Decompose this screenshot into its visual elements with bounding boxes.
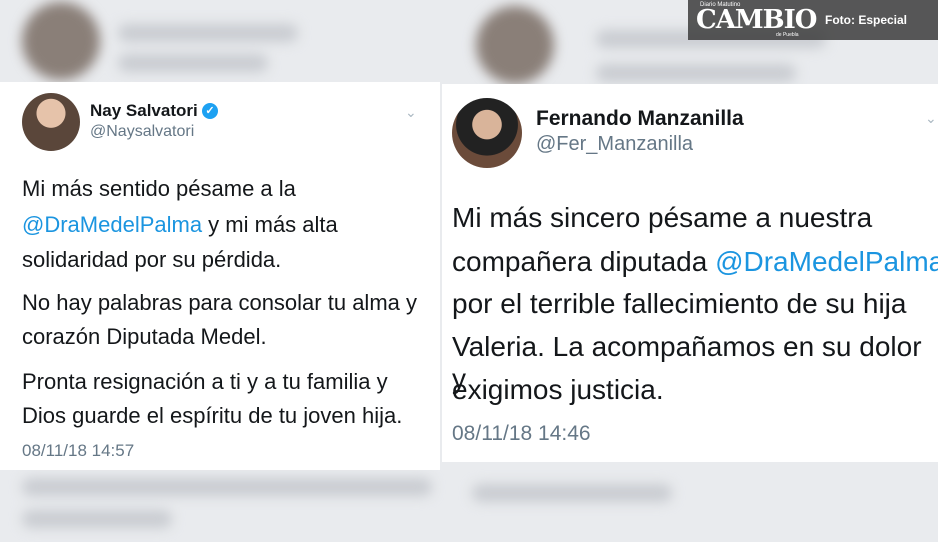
tweet-text-fragment: y mi más alta: [202, 212, 338, 237]
tweet-text-line: Mi más sentido pésame a la: [22, 176, 296, 201]
blurred-text: [118, 54, 268, 72]
verified-check-icon: ✓: [202, 103, 218, 119]
blurred-avatar: [476, 6, 554, 84]
blurred-text: [22, 478, 432, 496]
tweet-text-line: Dios guarde el espíritu de tu joven hija…: [22, 403, 403, 428]
tweet-timestamp[interactable]: 08/11/18 14:46: [452, 422, 591, 446]
avatar[interactable]: [452, 98, 522, 168]
tweet-text-line: exigimos justicia.: [452, 374, 664, 405]
tweet-timestamp[interactable]: 08/11/18 14:57: [22, 441, 134, 461]
blurred-text: [118, 24, 298, 42]
tweet-text-line: @DraMedelPalma y mi más alta: [22, 212, 338, 238]
photo-credit: Foto: Especial: [825, 13, 908, 27]
user-handle[interactable]: @Fer_Manzanilla: [536, 133, 693, 156]
tweet-text-line: No hay palabras para consolar tu alma y: [22, 290, 417, 315]
tweet-text-line: Pronta resignación a ti y a tu familia y: [22, 369, 388, 394]
avatar[interactable]: [22, 93, 80, 151]
user-name[interactable]: Fernando Manzanilla: [536, 107, 744, 131]
cambio-logo: CAMBIO: [696, 5, 817, 35]
tweet-text-line: Mi más sincero pésame a nuestra: [452, 202, 873, 233]
logo-subtitle: de Puebla: [776, 32, 799, 38]
blurred-text: [22, 510, 172, 528]
blurred-text: [472, 484, 672, 502]
tweet-text-line: solidaridad por su pérdida.: [22, 247, 282, 272]
user-name[interactable]: Nay Salvatori: [90, 101, 198, 121]
chevron-down-icon[interactable]: ⌄: [405, 104, 417, 121]
tweet-text-line: corazón Diputada Medel.: [22, 324, 267, 349]
blurred-text: [596, 64, 796, 82]
blurred-avatar: [22, 2, 100, 80]
mention-link[interactable]: @DraMedelPalma: [22, 212, 202, 237]
tweet-text-fragment: compañera diputada: [452, 246, 716, 277]
tweet-text-line: compañera diputada @DraMedelPalma: [452, 246, 938, 278]
chevron-down-icon[interactable]: ⌄: [925, 110, 937, 127]
tweet-text-line: por el terrible fallecimiento de su hija: [452, 288, 907, 319]
mention-link[interactable]: @DraMedelPalma: [715, 246, 938, 277]
user-handle[interactable]: @Naysalvatori: [90, 123, 194, 141]
